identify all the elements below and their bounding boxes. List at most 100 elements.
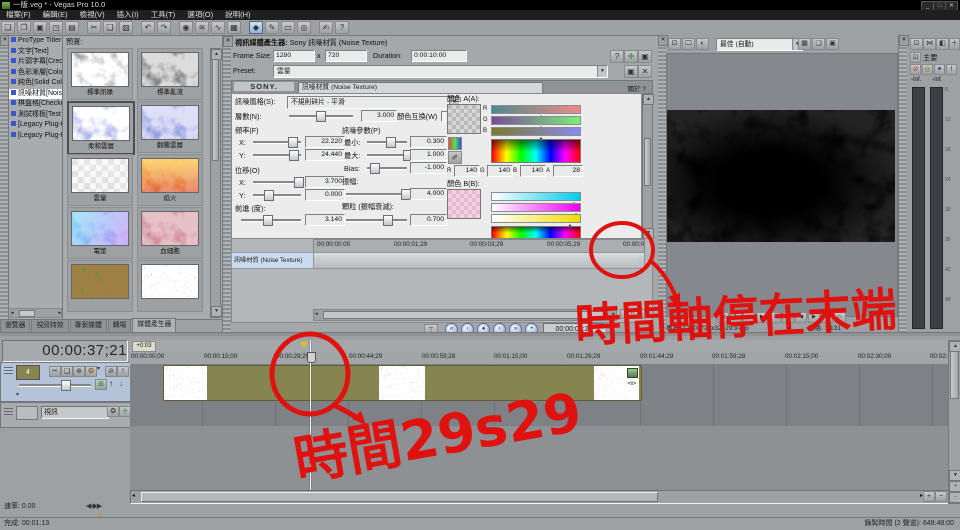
scroll-down-icon[interactable]: ▼ <box>949 470 960 481</box>
generator-list-item[interactable]: 色彩漸層[Color Gra <box>9 68 63 79</box>
keyframe-lane[interactable]: ▷ ◁ <box>313 252 645 269</box>
offset-x-value[interactable]: 3.700 <box>305 176 345 188</box>
dock-tab[interactable]: 媒體產生器 <box>132 318 176 332</box>
alert-icon[interactable]: ! <box>946 64 957 75</box>
master-downmix-icon[interactable]: ◧ <box>936 38 949 50</box>
save-project-button[interactable]: ▣ <box>33 21 47 34</box>
menu-item[interactable]: 選項(O) <box>181 10 219 20</box>
preset-thumbnail[interactable]: 血細胞 <box>137 207 203 259</box>
event-fade-handles[interactable]: ⊲⊳ <box>627 380 637 387</box>
envelope-edit-tool[interactable]: ✎ <box>265 21 279 34</box>
master-plus-icon[interactable]: ＋ <box>949 38 960 50</box>
preset-thumbnail[interactable] <box>67 260 133 312</box>
menu-item[interactable]: 插入(I) <box>111 10 145 20</box>
scroll-thumb[interactable] <box>950 351 959 399</box>
zoom-edit-tool[interactable]: ◎ <box>297 21 311 34</box>
dialog-grip[interactable]: ✕ <box>223 36 231 335</box>
menu-item[interactable]: 編輯(E) <box>37 10 74 20</box>
color-b-g-bar[interactable] <box>491 203 581 212</box>
plugin-chain-button[interactable]: ✛ <box>624 50 638 63</box>
preset-thumbnail[interactable]: 雲量 <box>67 154 133 206</box>
selection-edit-tool[interactable]: ▭ <box>281 21 295 34</box>
dock-tab[interactable]: 專案媒體 <box>70 319 107 332</box>
color-palette-icon[interactable] <box>448 137 462 150</box>
whats-this-help-button[interactable]: ? <box>335 21 349 34</box>
zoom-out-button[interactable]: − <box>935 491 947 502</box>
keyframe-row-label[interactable]: 訊噪材質 (Noise Texture) <box>231 252 317 269</box>
generator-list-item[interactable]: [Legacy Plug-In] <box>9 131 63 142</box>
dock-tab[interactable]: 轉場 <box>108 319 132 332</box>
zoom-in-button[interactable]: + <box>923 491 935 502</box>
generator-list-item[interactable]: [Legacy Plug-In] <box>9 120 63 131</box>
paste-button[interactable]: ▧ <box>119 21 133 34</box>
keyframe-hscrollbar[interactable]: ◂ ▸ <box>313 309 617 321</box>
min-value[interactable]: 0.300 <box>410 136 447 148</box>
color-a-r-value[interactable]: 140 <box>454 165 480 177</box>
mute-icon[interactable]: ⊘ <box>105 366 117 377</box>
color-a-r-bar[interactable] <box>491 105 581 114</box>
dim-icon[interactable]: ⊕ <box>73 366 85 377</box>
dock-tab[interactable]: 視訊特效 <box>31 319 68 332</box>
menu-item[interactable]: 工具(T) <box>145 10 182 20</box>
max-value[interactable]: 1.000 <box>410 149 447 161</box>
master-grip[interactable]: ✕ <box>899 35 907 340</box>
track-thumbnail[interactable]: 4 <box>16 365 40 380</box>
amplitude-value[interactable]: 4.000 <box>410 188 447 200</box>
master-close-icon[interactable]: ✕ <box>899 35 909 46</box>
track-drag-handle[interactable] <box>4 408 13 415</box>
timeline-hscrollbar[interactable]: ◂ ▸ + − <box>130 490 948 504</box>
preview-stop-button[interactable]: ■ <box>782 312 794 323</box>
gear-icon[interactable]: ❂ <box>107 406 119 417</box>
preset-thumbnail[interactable]: 柔和雲層 <box>67 101 135 155</box>
layers-value[interactable]: 3.000 <box>361 110 397 122</box>
scroll-thumb[interactable] <box>212 59 219 161</box>
redo-button[interactable]: ↷ <box>157 21 171 34</box>
bus-assign-icon[interactable]: ❑ <box>61 366 73 377</box>
generated-media-icon[interactable] <box>627 368 638 378</box>
preset-thumbnail[interactable]: 標準亂流 <box>137 48 203 100</box>
preset-thumbnail[interactable]: 標準訊噪 <box>67 48 133 100</box>
save-preset-button[interactable]: ▣ <box>624 65 638 78</box>
track-fx-icon[interactable]: ✂ <box>49 366 61 377</box>
generator-list-item[interactable]: 片頭字幕[Credit <box>9 57 63 68</box>
ignore-grouping-toggle[interactable]: ▦ <box>227 21 241 34</box>
expand-icon[interactable]: ▾ <box>16 391 19 398</box>
master-dock-icon[interactable]: ⊡ <box>910 38 923 50</box>
preview-pause-button[interactable]: ‖ <box>769 312 781 323</box>
mute-icon[interactable]: ⊘ <box>910 64 921 75</box>
color-a-g-value[interactable]: 140 <box>487 165 513 177</box>
bus-icon[interactable]: ⊡ <box>910 52 921 63</box>
copy-snapshot-icon[interactable]: ❑ <box>812 38 825 50</box>
dock-icon[interactable]: ⊡ <box>668 38 681 50</box>
scroll-thumb[interactable] <box>19 310 35 317</box>
dialog-close-icon[interactable]: ✕ <box>223 36 233 47</box>
copy-button[interactable]: ❑ <box>103 21 117 34</box>
color-a-a-value[interactable]: 28 <box>553 165 583 177</box>
delete-preset-button[interactable]: ✕ <box>638 65 652 78</box>
video-track-header-1[interactable]: 4 ✂ ❑ ⊕ ❂ ▾ ⊘ ! ⊞ ↑ ↓ ▾ <box>0 362 131 402</box>
color-a-g-bar[interactable] <box>491 116 581 125</box>
track-thumbnail[interactable] <box>16 406 38 420</box>
vertical-zoom-out-button[interactable]: − <box>949 492 960 503</box>
video-track-lane-2[interactable] <box>130 402 948 427</box>
offset-y-value[interactable]: 0.000 <box>305 189 345 201</box>
make-child-icon[interactable]: ↓ <box>119 379 123 388</box>
auto-ripple-toggle[interactable]: ≋ <box>195 21 209 34</box>
color-a-b-bar[interactable] <box>491 127 581 136</box>
end-keyframe-marker[interactable]: ◁ <box>637 255 643 264</box>
generator-list-item[interactable]: 純色[Solid Color] <box>9 78 63 89</box>
preview-quality-dropdown[interactable]: 最佳 (自動)▼ <box>716 38 803 51</box>
bias-slider[interactable] <box>367 163 407 172</box>
color-a-b-value[interactable]: 140 <box>520 165 546 177</box>
overlay-grid-icon[interactable]: ▦ <box>798 38 811 50</box>
dock-tab[interactable]: 瀏覽器 <box>0 319 30 332</box>
progress-slider[interactable] <box>241 215 301 224</box>
color-a-swatch[interactable] <box>447 104 481 134</box>
timeline-marker-icon[interactable] <box>300 342 308 352</box>
project-properties-button[interactable]: ▤ <box>65 21 79 34</box>
plugin-scrollbar[interactable]: ▲ ▼ <box>642 93 653 240</box>
menu-item[interactable]: 檔案(F) <box>0 10 37 20</box>
track-name-field[interactable]: 視訊 <box>41 406 109 419</box>
playhead-head[interactable] <box>307 352 316 363</box>
scroll-thumb[interactable] <box>644 138 651 186</box>
